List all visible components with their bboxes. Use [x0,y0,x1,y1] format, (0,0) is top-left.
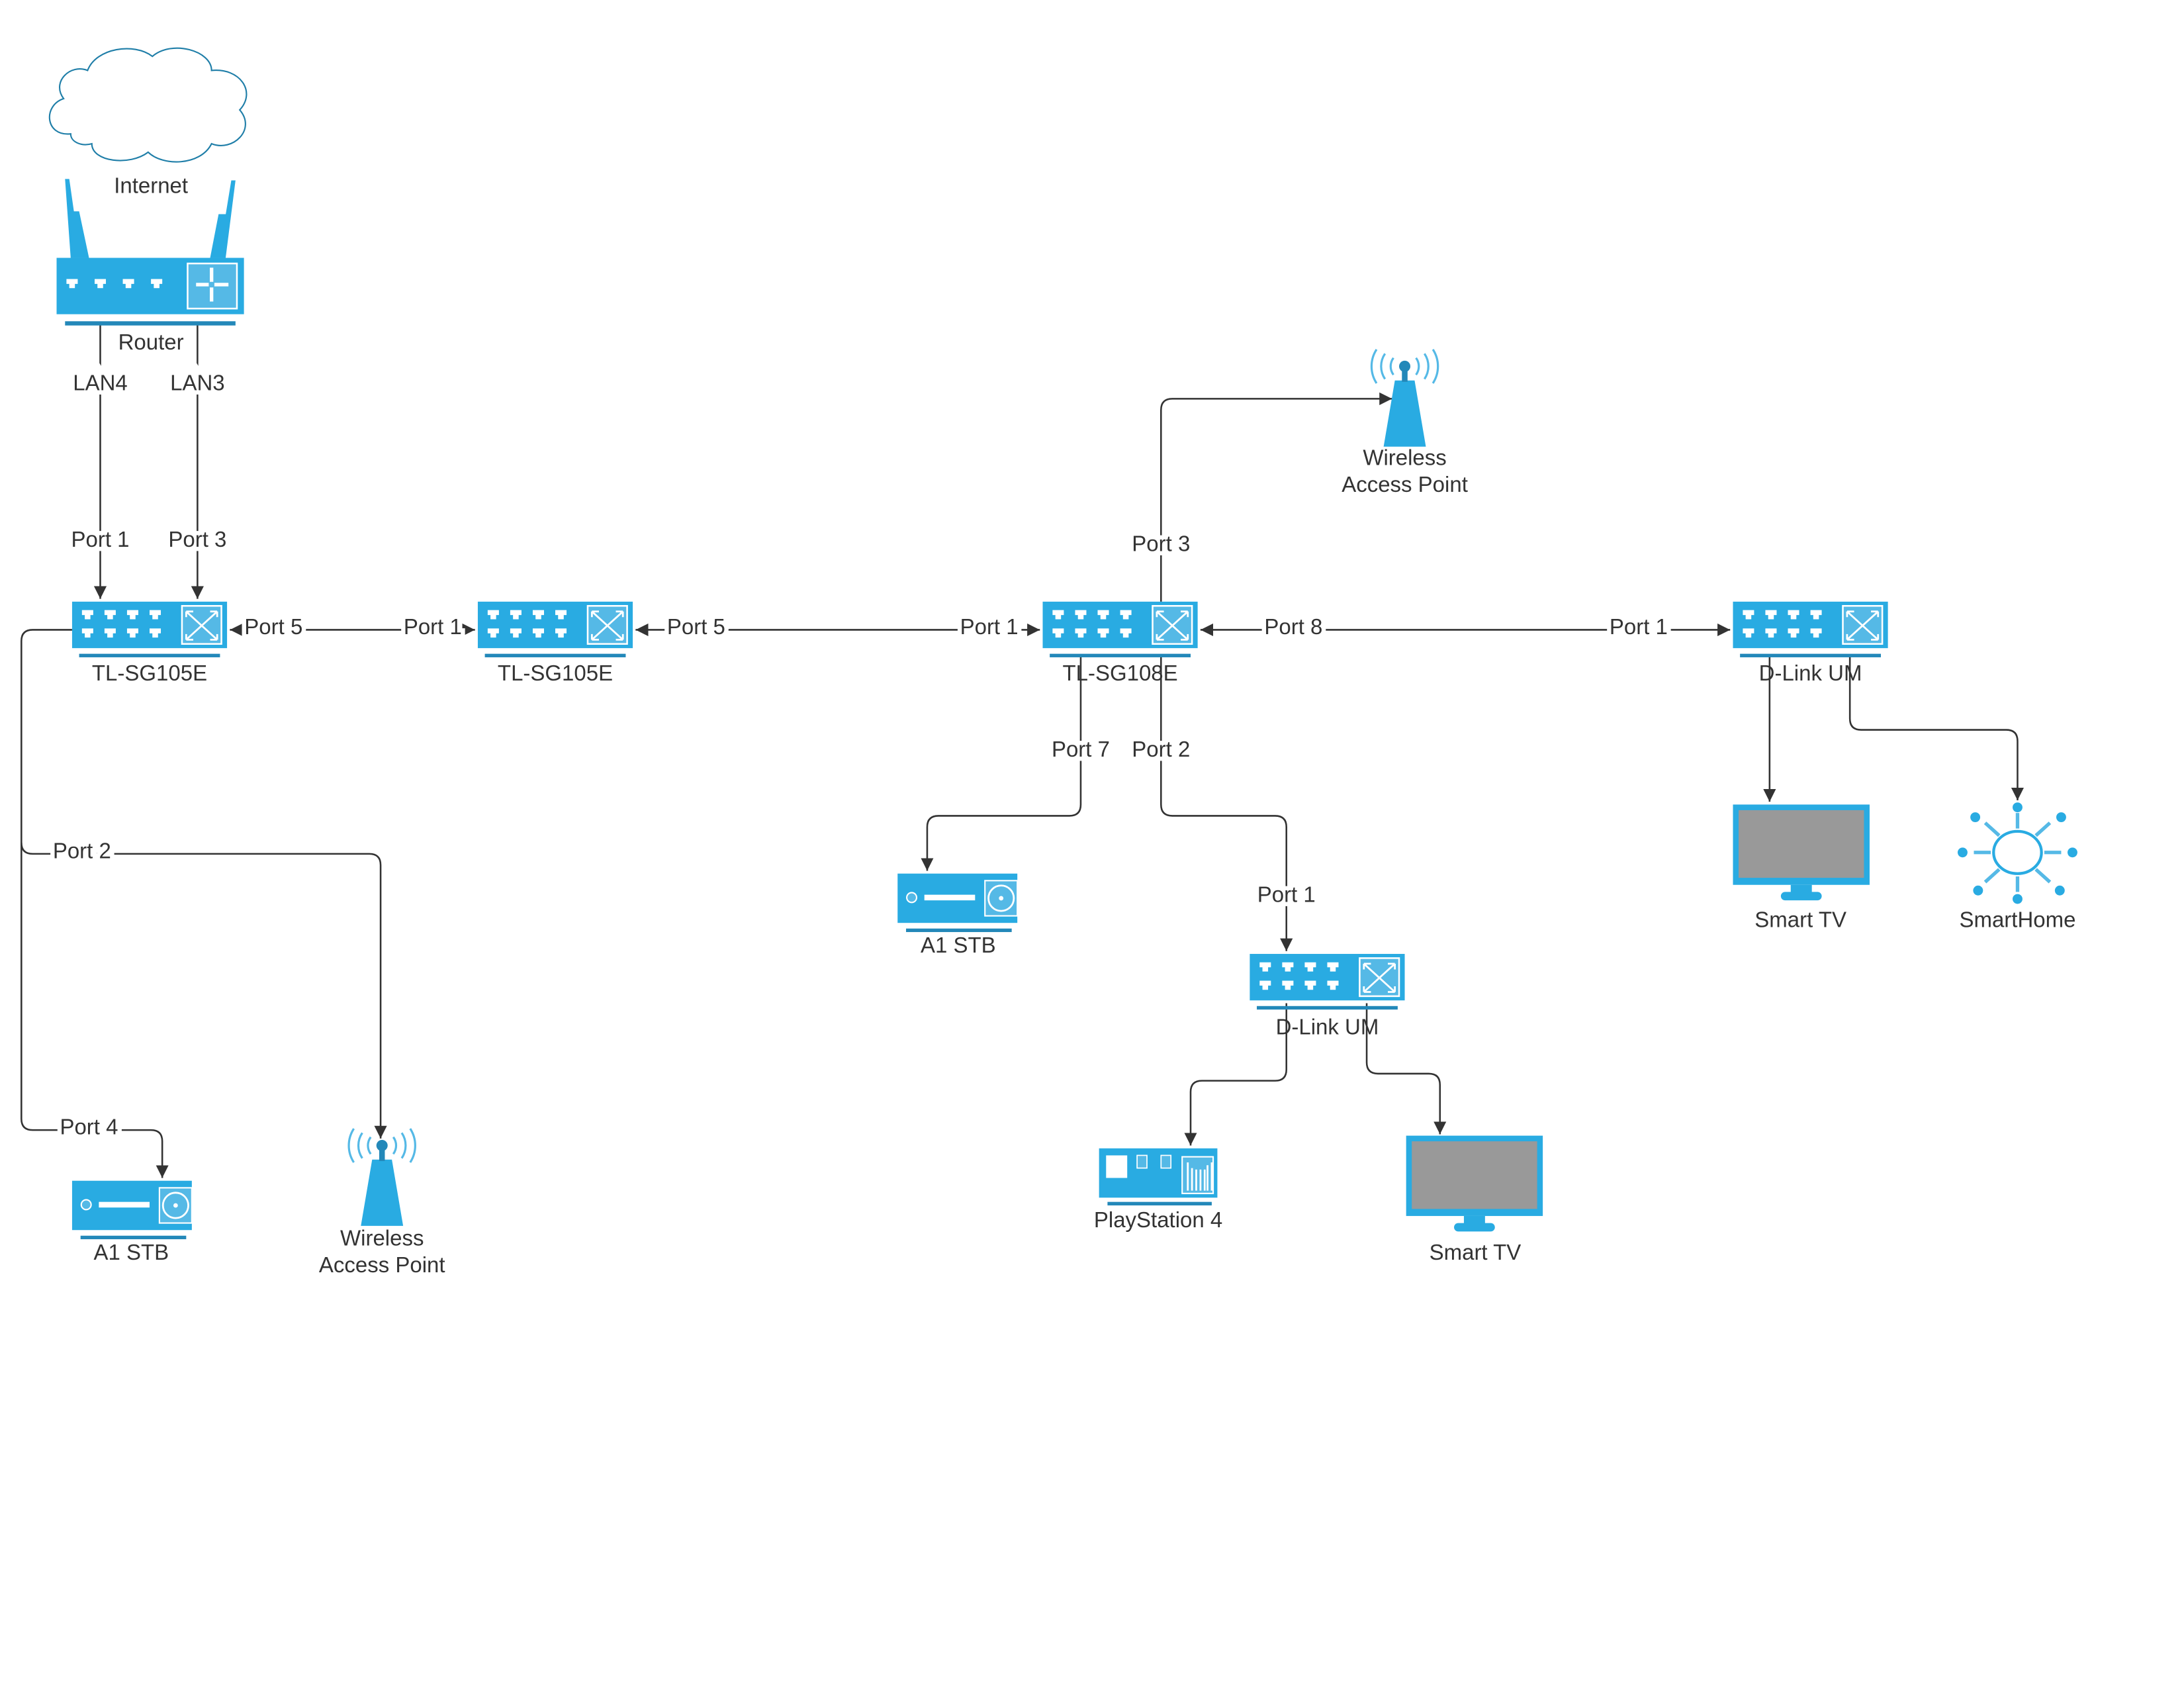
switch-dlink-um-right[interactable]: D-Link UM [1733,602,1888,685]
wireless-access-point-icon [347,1127,416,1227]
smarthome-node[interactable]: SmartHome [1957,802,2077,932]
edge-label-port: Port 3 [1132,531,1190,555]
set-top-box-icon [71,1180,193,1241]
smarthome-label: SmartHome [1959,908,2075,932]
tv-label: Smart TV [1430,1240,1522,1264]
ap-label-line2: Access Point [319,1252,445,1277]
router-label: Router [118,330,184,354]
switch-dlink-um-mid[interactable]: D-Link UM [1250,954,1404,1039]
switch-tl-sg105e-1[interactable]: TL-SG105E [72,602,227,685]
switch-icon [1733,602,1888,657]
edge-label-lan3: LAN3 [170,371,225,395]
wireless-access-point-top[interactable]: Wireless Access Point [1342,348,1468,496]
smarthome-hub-icon [1957,802,2077,904]
edge-label-port: Port 7 [1052,737,1110,761]
stb-left[interactable]: A1 STB [71,1180,193,1264]
stb-label: A1 STB [93,1240,169,1264]
cloud-icon [48,47,248,163]
edge-label-port: Port 4 [60,1114,118,1139]
edge-label-lan4: LAN4 [73,371,128,395]
game-console-icon [1099,1148,1218,1205]
internet-node[interactable]: Internet [48,47,248,198]
edge-label-port: Port 5 [244,614,302,639]
connections [21,324,2025,1178]
tv-icon [1733,804,1870,901]
ap-label-line2: Access Point [1342,472,1468,496]
edge-label-port: Port 1 [404,614,462,639]
switch-label: D-Link UM [1276,1014,1379,1039]
edge-label-port: Port 1 [1257,882,1316,906]
switch-label: TL-SG105E [498,661,613,685]
edge-label-port: Port 3 [168,527,226,551]
router-node[interactable]: Router [56,179,244,354]
switch-label: TL-SG108E [1062,661,1177,685]
switch-icon [72,602,227,657]
edge-label-port: Port 1 [960,614,1019,639]
switch-tl-sg108e[interactable]: TL-SG108E [1043,602,1198,685]
smart-tv-right[interactable]: Smart TV [1733,804,1870,932]
edge-label-port: Port 2 [1132,737,1190,761]
network-diagram: LAN4 LAN3 Port 1 Port 3 Port 5 Port 1 Po… [21,47,2077,1277]
switch-label: TL-SG105E [92,661,207,685]
tv-icon [1406,1135,1543,1232]
tv-label: Smart TV [1754,908,1846,932]
ps4-label: PlayStation 4 [1094,1207,1222,1232]
switch-icon [478,602,633,657]
edge-label-port: Port 5 [667,614,725,639]
switch-icon [1250,954,1404,1009]
stb-label: A1 STB [921,933,996,957]
internet-label: Internet [114,173,188,198]
router-icon [56,179,244,326]
playstation-4-node[interactable]: PlayStation 4 [1094,1148,1222,1232]
edge-label-port: Port 1 [71,527,129,551]
set-top-box-icon [896,872,1019,933]
ap-label-line1: Wireless [1363,445,1446,469]
switch-tl-sg105e-2[interactable]: TL-SG105E [478,602,633,685]
ap-label-line1: Wireless [340,1226,424,1250]
wireless-access-point-left[interactable]: Wireless Access Point [319,1127,445,1277]
switch-label: D-Link UM [1759,661,1862,685]
switch-icon [1043,602,1198,657]
edge-label-port: Port 2 [53,838,111,863]
edge-label-port: Port 1 [1610,614,1668,639]
stb-mid[interactable]: A1 STB [896,872,1019,957]
edge-label-port: Port 8 [1264,614,1322,639]
smart-tv-mid[interactable]: Smart TV [1406,1135,1543,1264]
